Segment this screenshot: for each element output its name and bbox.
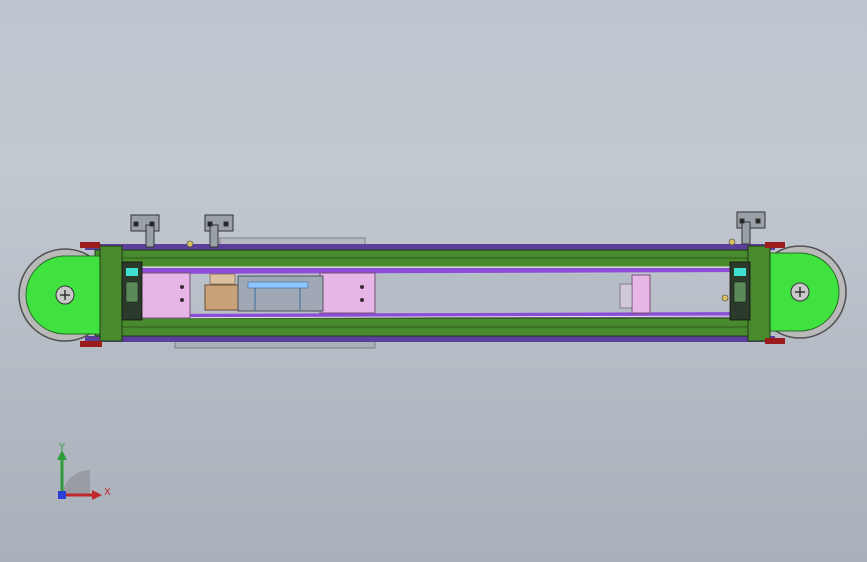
end-cap-left <box>99 245 123 342</box>
triad-arc <box>62 469 90 495</box>
drive-bracket-left <box>139 272 191 319</box>
triad-x-label: X <box>104 487 111 498</box>
motor-flange <box>237 275 324 312</box>
end-cap-right <box>747 245 771 342</box>
tension-block <box>631 274 651 314</box>
motor-body <box>204 284 241 311</box>
bolt <box>80 242 100 248</box>
clamp-left-1 <box>130 214 160 248</box>
bolt <box>765 242 785 248</box>
bolt <box>765 338 785 344</box>
frame-opening <box>375 274 630 312</box>
belt-inner-top <box>140 268 770 274</box>
triad-y-label: Y <box>59 442 66 453</box>
model-viewport[interactable] <box>0 0 867 562</box>
z-axis-icon <box>58 491 66 499</box>
conveyor-model[interactable] <box>0 0 867 562</box>
bolt <box>80 341 102 347</box>
belt-bottom <box>85 336 775 342</box>
clamp-right-1 <box>736 211 766 245</box>
drive-bracket-center <box>319 272 376 314</box>
